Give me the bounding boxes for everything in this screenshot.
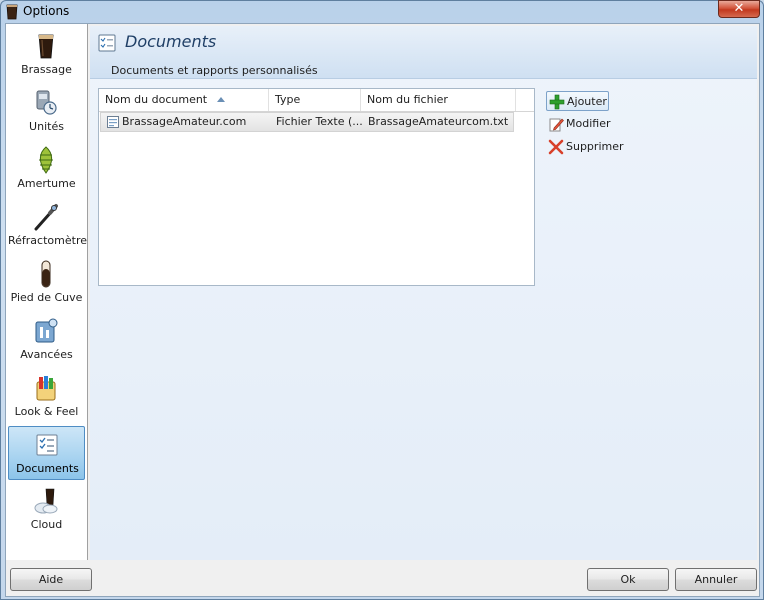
sidebar-item-look-feel[interactable]: Look & Feel	[8, 370, 85, 424]
document-icon	[107, 116, 119, 128]
sidebar-item-pied-de-cuve[interactable]: Pied de Cuve	[8, 256, 85, 310]
cell-document-type: Fichier Texte (...	[276, 115, 362, 128]
beer-glass-icon	[6, 4, 18, 20]
cell-file-name: BrassageAmateurcom.txt	[368, 115, 509, 128]
window-title: Options	[23, 4, 70, 18]
sidebar-item-amertume[interactable]: Amertume	[8, 142, 85, 196]
document-checklist-icon	[98, 34, 116, 52]
sidebar: Brassage Unités Amertume Réfractomètre P…	[6, 24, 88, 560]
column-header-label: Nom du document	[105, 93, 208, 106]
delete-button-label: Supprimer	[566, 140, 624, 153]
column-header-type[interactable]: Type	[269, 89, 361, 111]
options-window: Options ✕ Brassage Unités Amertume Réfra…	[0, 0, 764, 600]
page-title: Documents	[125, 32, 217, 51]
list-header: Nom du document Type Nom du fichier	[99, 89, 534, 112]
advanced-settings-icon	[35, 318, 58, 343]
sidebar-item-refractometre[interactable]: Réfractomètre	[8, 199, 87, 253]
sidebar-item-label: Pied de Cuve	[10, 291, 83, 304]
column-header-label: Nom du fichier	[367, 93, 448, 106]
units-scale-icon	[36, 90, 57, 115]
section-header: Documents Documents et rapports personna…	[90, 26, 757, 79]
table-row[interactable]: BrassageAmateur.com Fichier Texte (... B…	[100, 112, 514, 132]
document-checklist-icon	[36, 434, 58, 456]
cell-document-name: BrassageAmateur.com	[122, 115, 247, 128]
sidebar-item-brassage[interactable]: Brassage	[8, 28, 85, 82]
column-header-label: Type	[275, 93, 301, 106]
paint-icon	[36, 376, 56, 401]
sidebar-item-label: Avancées	[20, 348, 73, 361]
sort-ascending-icon	[217, 97, 225, 102]
documents-list[interactable]: Nom du document Type Nom du fichier Bras…	[98, 88, 535, 286]
sidebar-item-label: Documents	[16, 462, 79, 475]
plus-icon	[549, 94, 565, 110]
sidebar-item-documents[interactable]: Documents	[8, 426, 85, 480]
sidebar-item-label: Cloud	[30, 518, 63, 531]
edit-button-label: Modifier	[566, 117, 611, 130]
cloud-icon	[34, 488, 58, 514]
sidebar-item-label: Look & Feel	[14, 405, 79, 418]
sidebar-item-label: Réfractomètre	[8, 234, 87, 247]
edit-pencil-icon	[549, 118, 564, 132]
close-button[interactable]: ✕	[718, 0, 760, 18]
column-header-name[interactable]: Nom du document	[99, 89, 269, 111]
sidebar-item-label: Brassage	[21, 63, 72, 76]
help-button[interactable]: Aide	[10, 568, 92, 591]
add-button[interactable]: Ajouter	[546, 91, 609, 111]
column-header-filename[interactable]: Nom du fichier	[361, 89, 516, 111]
delete-button[interactable]: Supprimer	[546, 137, 626, 157]
delete-x-icon	[548, 139, 564, 155]
sidebar-item-label: Unités	[29, 120, 64, 133]
title-bar[interactable]: Options ✕	[1, 0, 763, 23]
test-tube-icon	[41, 260, 51, 288]
edit-button[interactable]: Modifier	[546, 114, 616, 134]
client-area: Brassage Unités Amertume Réfractomètre P…	[5, 23, 760, 597]
refractometer-icon	[34, 204, 58, 231]
add-button-label: Ajouter	[567, 95, 607, 108]
content-panel: Documents Documents et rapports personna…	[90, 26, 757, 560]
ok-button[interactable]: Ok	[587, 568, 669, 591]
beer-glass-icon	[38, 34, 54, 59]
page-subtitle: Documents et rapports personnalisés	[111, 64, 318, 77]
sidebar-item-avancees[interactable]: Avancées	[8, 313, 85, 367]
sidebar-item-label: Amertume	[17, 177, 76, 190]
cancel-button[interactable]: Annuler	[675, 568, 757, 591]
sidebar-item-cloud[interactable]: Cloud	[8, 483, 85, 537]
sidebar-item-unites[interactable]: Unités	[8, 85, 85, 139]
hop-icon	[39, 146, 53, 174]
